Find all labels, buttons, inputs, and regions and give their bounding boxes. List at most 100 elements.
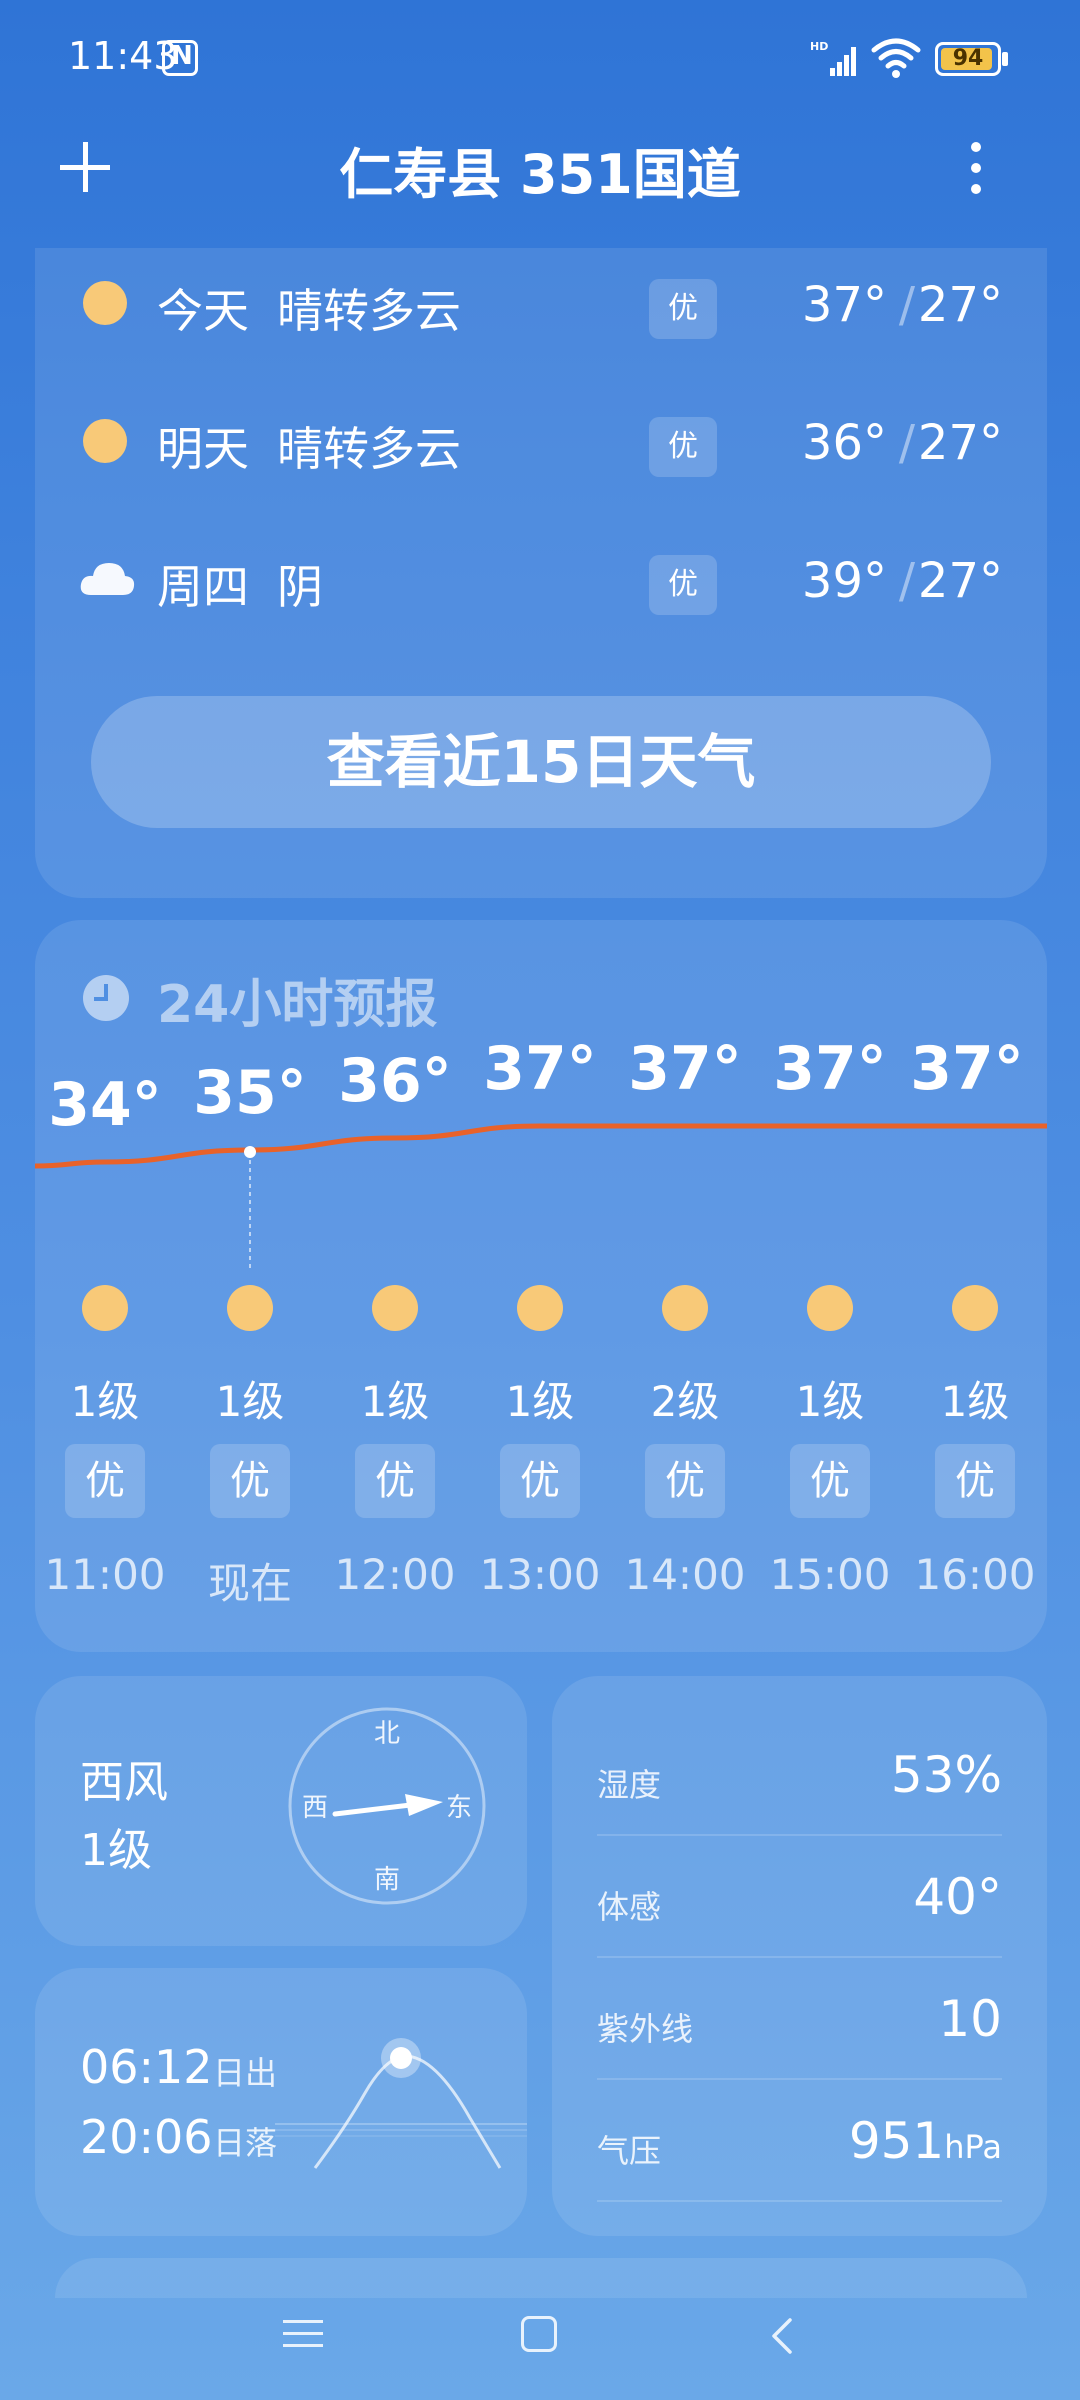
aqi-badge: 优 [649,417,717,477]
daily-forecast-card: 今天 晴转多云 优 37° / 27° 明天 晴转多云 优 36° / 27° … [35,248,1047,898]
hour-time: 16:00 [914,1550,1036,1599]
wind-level: 1级 [80,1825,152,1876]
hour-aqi-badge: 优 [935,1444,1015,1518]
battery-level: 94 [952,46,984,71]
now-marker-dot [244,1146,256,1158]
hour-time: 15:00 [769,1550,891,1599]
temp-separator: / [898,277,915,333]
temp-separator: / [898,415,915,471]
battery-icon: 94 [935,42,1001,76]
detail-value: 53% [890,1746,1002,1804]
hour-aqi-badge: 优 [65,1444,145,1518]
hourly-forecast-card[interactable]: 24小时预报 34° 1级优 11:00 35° 1级优现在 36° 1级优 12:00 37°… [35,920,1047,1652]
page-title: 仁寿县 351国道 [339,143,741,206]
hour-wind-level: 1级 [360,1377,430,1426]
hour-temp: 37° [483,1034,597,1104]
aqi-badge: 优 [649,555,717,615]
hour-wind-level: 1级 [70,1377,140,1426]
battery-tip [1002,52,1008,66]
detail-label: 气压 [597,2132,662,2170]
sun-icon [83,281,127,325]
detail-label: 湿度 [597,1766,662,1804]
sun-icon [952,1285,998,1331]
sun-icon [372,1285,418,1331]
hour-temp: 36° [338,1046,452,1116]
hour-temp: 37° [773,1034,887,1104]
compass-south: 南 [374,1865,400,1895]
sunrise-label: 日出 [213,2054,278,2092]
hour-wind-level: 1级 [795,1377,865,1426]
sun-icon [662,1285,708,1331]
detail-value: 40° [913,1868,1002,1926]
wind-arrow [332,1801,422,1817]
detail-value: 951hPa [848,2112,1002,2170]
wind-arrow-head [405,1794,443,1816]
detail-row-feels-like: 体感 40° [597,1838,1002,1958]
sun-position-icon [390,2047,412,2069]
hour-wind-level: 1级 [505,1377,575,1426]
hour-time: 12:00 [334,1550,456,1599]
day-condition: 晴转多云 [277,422,461,476]
hour-time: 13:00 [479,1550,601,1599]
hour-aqi-badge: 优 [790,1444,870,1518]
compass-north: 北 [374,1719,400,1749]
temp-high: 37° [801,277,887,333]
signal-icon: HD [810,40,856,76]
sunset-time: 20:06 [80,2110,213,2164]
sun-arc-icon [275,2038,527,2169]
sun-icon [83,419,127,463]
temp-high: 39° [801,553,887,609]
status-bar: 11:43 HD 94 [0,0,1080,110]
compass-east: 东 [446,1793,472,1823]
nav-back-icon[interactable] [768,2318,796,2354]
temp-low: 27° [917,277,1003,333]
hour-temp: 34° [48,1070,162,1140]
day-name: 今天 [157,284,249,338]
sun-icon [227,1285,273,1331]
sun-icon [517,1285,563,1331]
hour-aqi-badge: 优 [210,1444,290,1518]
sun-card[interactable]: 06:12 日出 20:06 日落 [35,1968,527,2236]
nav-home-icon[interactable] [521,2316,557,2352]
sunrise-time: 06:12 [80,2040,213,2094]
aqi-badge: 优 [649,279,717,339]
day-name: 周四 [157,560,249,614]
sun-icon [807,1285,853,1331]
svg-text:HD: HD [810,40,828,53]
detail-label: 体感 [597,1888,662,1926]
temp-low: 27° [917,553,1003,609]
hour-aqi-badge: 优 [355,1444,435,1518]
detail-value: 10 [938,1990,1002,2048]
hour-time: 现在 [207,1559,292,1608]
temperature-line [35,1123,1047,1169]
hour-time: 11:00 [44,1550,166,1599]
day-row[interactable]: 明天 晴转多云 优 36° / 27° [35,389,1047,489]
day-row[interactable]: 周四 阴 优 39° / 27° [35,527,1047,627]
hour-wind-level: 1级 [940,1377,1010,1426]
cloud-icon [80,563,135,595]
hour-temp: 37° [910,1034,1024,1104]
hour-wind-level: 2级 [650,1377,720,1426]
detail-label: 紫外线 [597,2010,694,2048]
day-row[interactable]: 今天 晴转多云 优 37° / 27° [35,251,1047,351]
next-card-peek [55,2258,1027,2298]
more-menu-icon[interactable] [968,140,984,196]
details-card[interactable]: 湿度 53% 体感 40° 紫外线 10 气压 951hPa [552,1676,1047,2236]
hour-aqi-badge: 优 [645,1444,725,1518]
hour-aqi-badge: 优 [500,1444,580,1518]
detail-row-humidity: 湿度 53% [597,1716,1002,1836]
hour-time: 14:00 [624,1550,746,1599]
compass-icon: 北 南 西 东 [288,1707,486,1905]
sun-icon [82,1285,128,1331]
detail-row-pressure: 气压 951hPa [597,2082,1002,2202]
day-condition: 晴转多云 [277,284,461,338]
view-15-day-button[interactable]: 查看近15日天气 [91,696,991,828]
detail-row-uv: 紫外线 10 [597,1960,1002,2080]
hour-temp: 37° [628,1034,742,1104]
wind-card[interactable]: 西风 1级 北 南 西 东 [35,1676,527,1946]
temp-high: 36° [801,415,887,471]
hour-wind-level: 1级 [215,1377,285,1426]
compass-west: 西 [302,1793,328,1823]
wind-direction: 西风 [80,1757,168,1808]
nav-recents-icon[interactable] [283,2318,323,2350]
